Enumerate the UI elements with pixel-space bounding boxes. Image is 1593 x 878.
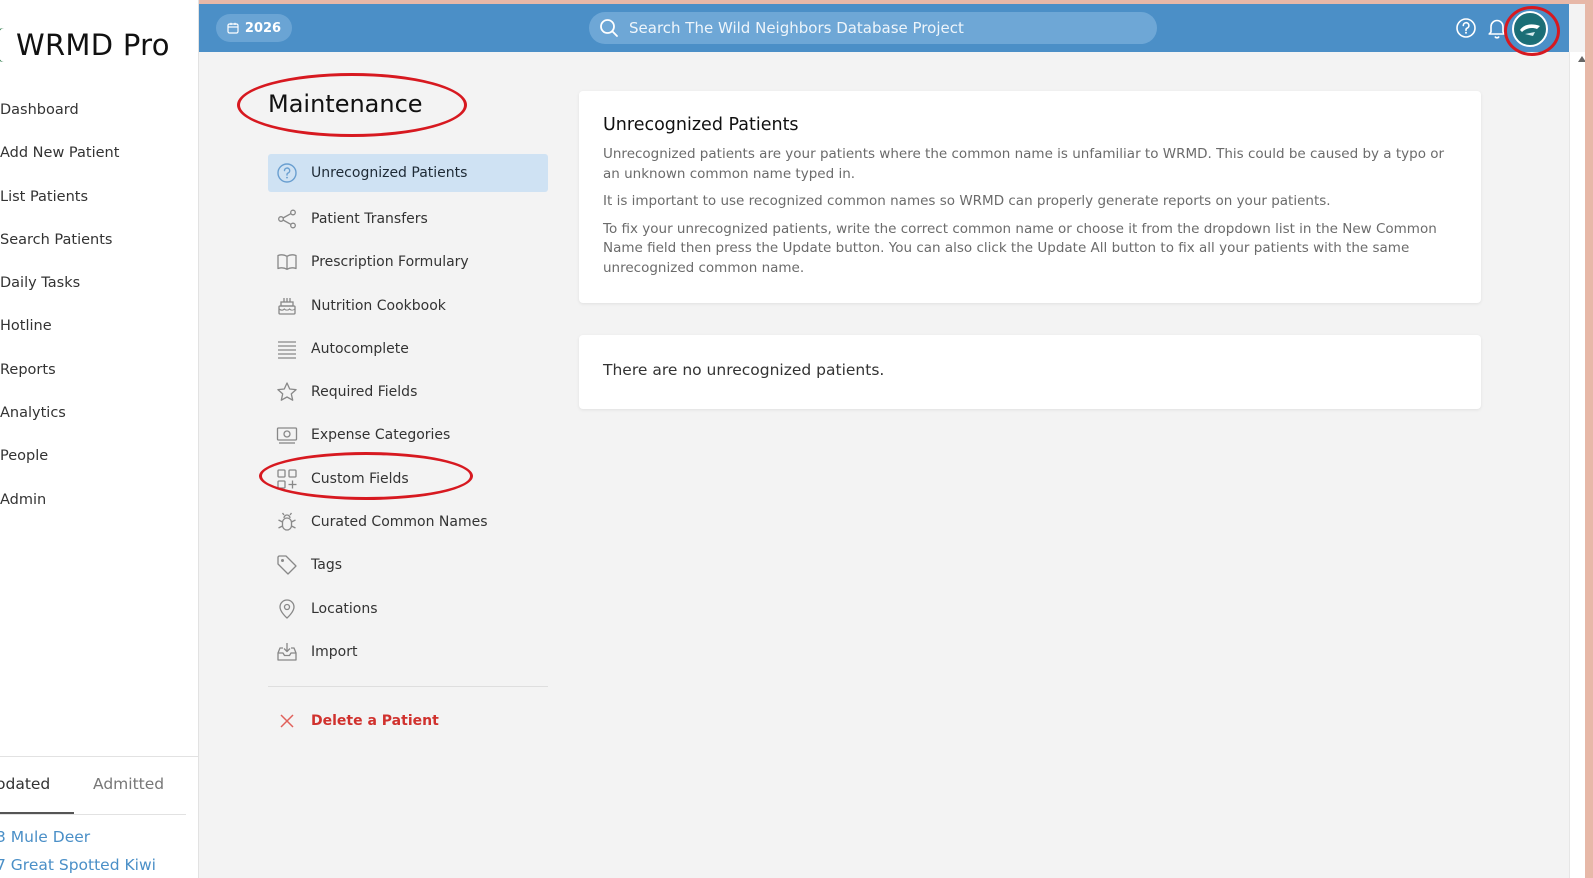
year-label: 2026 [244, 20, 282, 36]
share-icon [276, 208, 298, 230]
nav-people[interactable]: People [0, 442, 119, 485]
bug-icon [276, 511, 298, 533]
recent-patients-list: 3 Mule Deer 7 Great Spotted Kiwi [0, 826, 156, 878]
map-pin-icon [276, 598, 298, 620]
recent-patients-tabs: odated Admitted [0, 756, 198, 815]
delete-patient-link[interactable]: Delete a Patient [268, 708, 439, 734]
search-input[interactable] [629, 19, 1149, 37]
maintenance-item-label: Required Fields [311, 384, 418, 401]
maintenance-item-label: Locations [311, 600, 378, 617]
window-border [1585, 0, 1593, 878]
nav-admin[interactable]: Admin [0, 486, 119, 529]
app-sidebar: WRMD Pro Dashboard Add New Patient List … [0, 0, 199, 878]
calendar-icon [227, 22, 239, 34]
maintenance-item-import[interactable]: Import [268, 630, 548, 673]
delete-patient-label: Delete a Patient [311, 713, 439, 729]
maintenance-item-locations[interactable]: Locations [268, 587, 548, 630]
nav-list-patients[interactable]: List Patients [0, 183, 119, 226]
maintenance-item-tags[interactable]: Tags [268, 544, 548, 587]
star-icon [276, 381, 298, 403]
maintenance-item-unrecognized-patients[interactable]: Unrecognized Patients [268, 154, 548, 192]
recent-patient-link[interactable]: 7 Great Spotted Kiwi [0, 854, 156, 878]
maintenance-item-label: Autocomplete [311, 340, 409, 357]
help-icon [1456, 18, 1476, 38]
notifications-button[interactable] [1485, 16, 1509, 40]
maintenance-divider [268, 686, 548, 687]
nav-daily-tasks[interactable]: Daily Tasks [0, 269, 119, 312]
empty-state-message: There are no unrecognized patients. [603, 361, 885, 379]
close-icon [276, 710, 298, 732]
maintenance-item-label: Nutrition Cookbook [311, 297, 446, 314]
empty-state-card: There are no unrecognized patients. [579, 335, 1481, 409]
help-button[interactable] [1454, 16, 1478, 40]
book-icon [276, 251, 298, 273]
app-logo[interactable]: WRMD Pro [0, 28, 170, 62]
maintenance-item-autocomplete[interactable]: Autocomplete [268, 327, 548, 370]
inbox-in-icon [276, 641, 298, 663]
maintenance-item-label: Custom Fields [311, 470, 409, 487]
search-icon [600, 19, 618, 37]
info-paragraph: Unrecognized patients are your patients … [603, 146, 1445, 182]
list-lines-icon [276, 338, 298, 360]
cash-icon [276, 424, 298, 446]
nav-dashboard[interactable]: Dashboard [0, 96, 119, 139]
tab-updated[interactable]: odated [0, 775, 50, 793]
tag-icon [276, 554, 298, 576]
logo-mark-icon [0, 28, 6, 62]
global-search[interactable] [589, 12, 1157, 44]
nav-analytics[interactable]: Analytics [0, 399, 119, 442]
app-nav: Dashboard Add New Patient List Patients … [0, 96, 119, 529]
cake-icon [276, 295, 298, 317]
question-circle-icon [276, 162, 298, 184]
app-name: WRMD Pro [16, 28, 170, 62]
info-card: Unrecognized Patients Unrecognized patie… [579, 91, 1481, 303]
recent-patient-link[interactable]: 3 Mule Deer [0, 826, 156, 854]
info-paragraph: It is important to use recognized common… [603, 193, 1331, 209]
squares-plus-icon [276, 468, 298, 490]
user-avatar[interactable] [1512, 11, 1548, 47]
organization-logo-icon [1516, 15, 1544, 43]
nav-hotline[interactable]: Hotline [0, 312, 119, 355]
top-bar: 2026 [199, 4, 1569, 52]
maintenance-item-expense-categories[interactable]: Expense Categories [268, 414, 548, 457]
maintenance-item-label: Prescription Formulary [311, 254, 469, 271]
maintenance-item-nutrition-cookbook[interactable]: Nutrition Cookbook [268, 284, 548, 327]
tabs-divider [0, 814, 186, 815]
maintenance-item-label: Patient Transfers [311, 210, 428, 227]
bell-icon [1488, 19, 1506, 39]
info-card-title: Unrecognized Patients [603, 115, 799, 135]
maintenance-nav: Unrecognized Patients Patient Transfers … [268, 154, 548, 674]
maintenance-item-label: Expense Categories [311, 427, 451, 444]
maintenance-item-label: Curated Common Names [311, 514, 488, 531]
maintenance-item-curated-common-names[interactable]: Curated Common Names [268, 500, 548, 543]
year-selector[interactable]: 2026 [216, 14, 292, 42]
nav-search-patients[interactable]: Search Patients [0, 226, 119, 269]
maintenance-item-required-fields[interactable]: Required Fields [268, 370, 548, 413]
nav-add-new-patient[interactable]: Add New Patient [0, 139, 119, 182]
maintenance-item-label: Unrecognized Patients [311, 165, 468, 181]
maintenance-item-label: Tags [311, 557, 342, 574]
maintenance-item-custom-fields[interactable]: Custom Fields [268, 457, 548, 500]
page-title: Maintenance [268, 90, 423, 118]
maintenance-item-patient-transfers[interactable]: Patient Transfers [268, 197, 548, 240]
active-tab-indicator [0, 812, 74, 814]
maintenance-item-prescription-formulary[interactable]: Prescription Formulary [268, 241, 548, 284]
maintenance-item-label: Import [311, 643, 358, 660]
info-paragraph: To fix your unrecognized patients, write… [603, 220, 1437, 276]
nav-reports[interactable]: Reports [0, 356, 119, 399]
tab-admitted[interactable]: Admitted [93, 775, 164, 793]
